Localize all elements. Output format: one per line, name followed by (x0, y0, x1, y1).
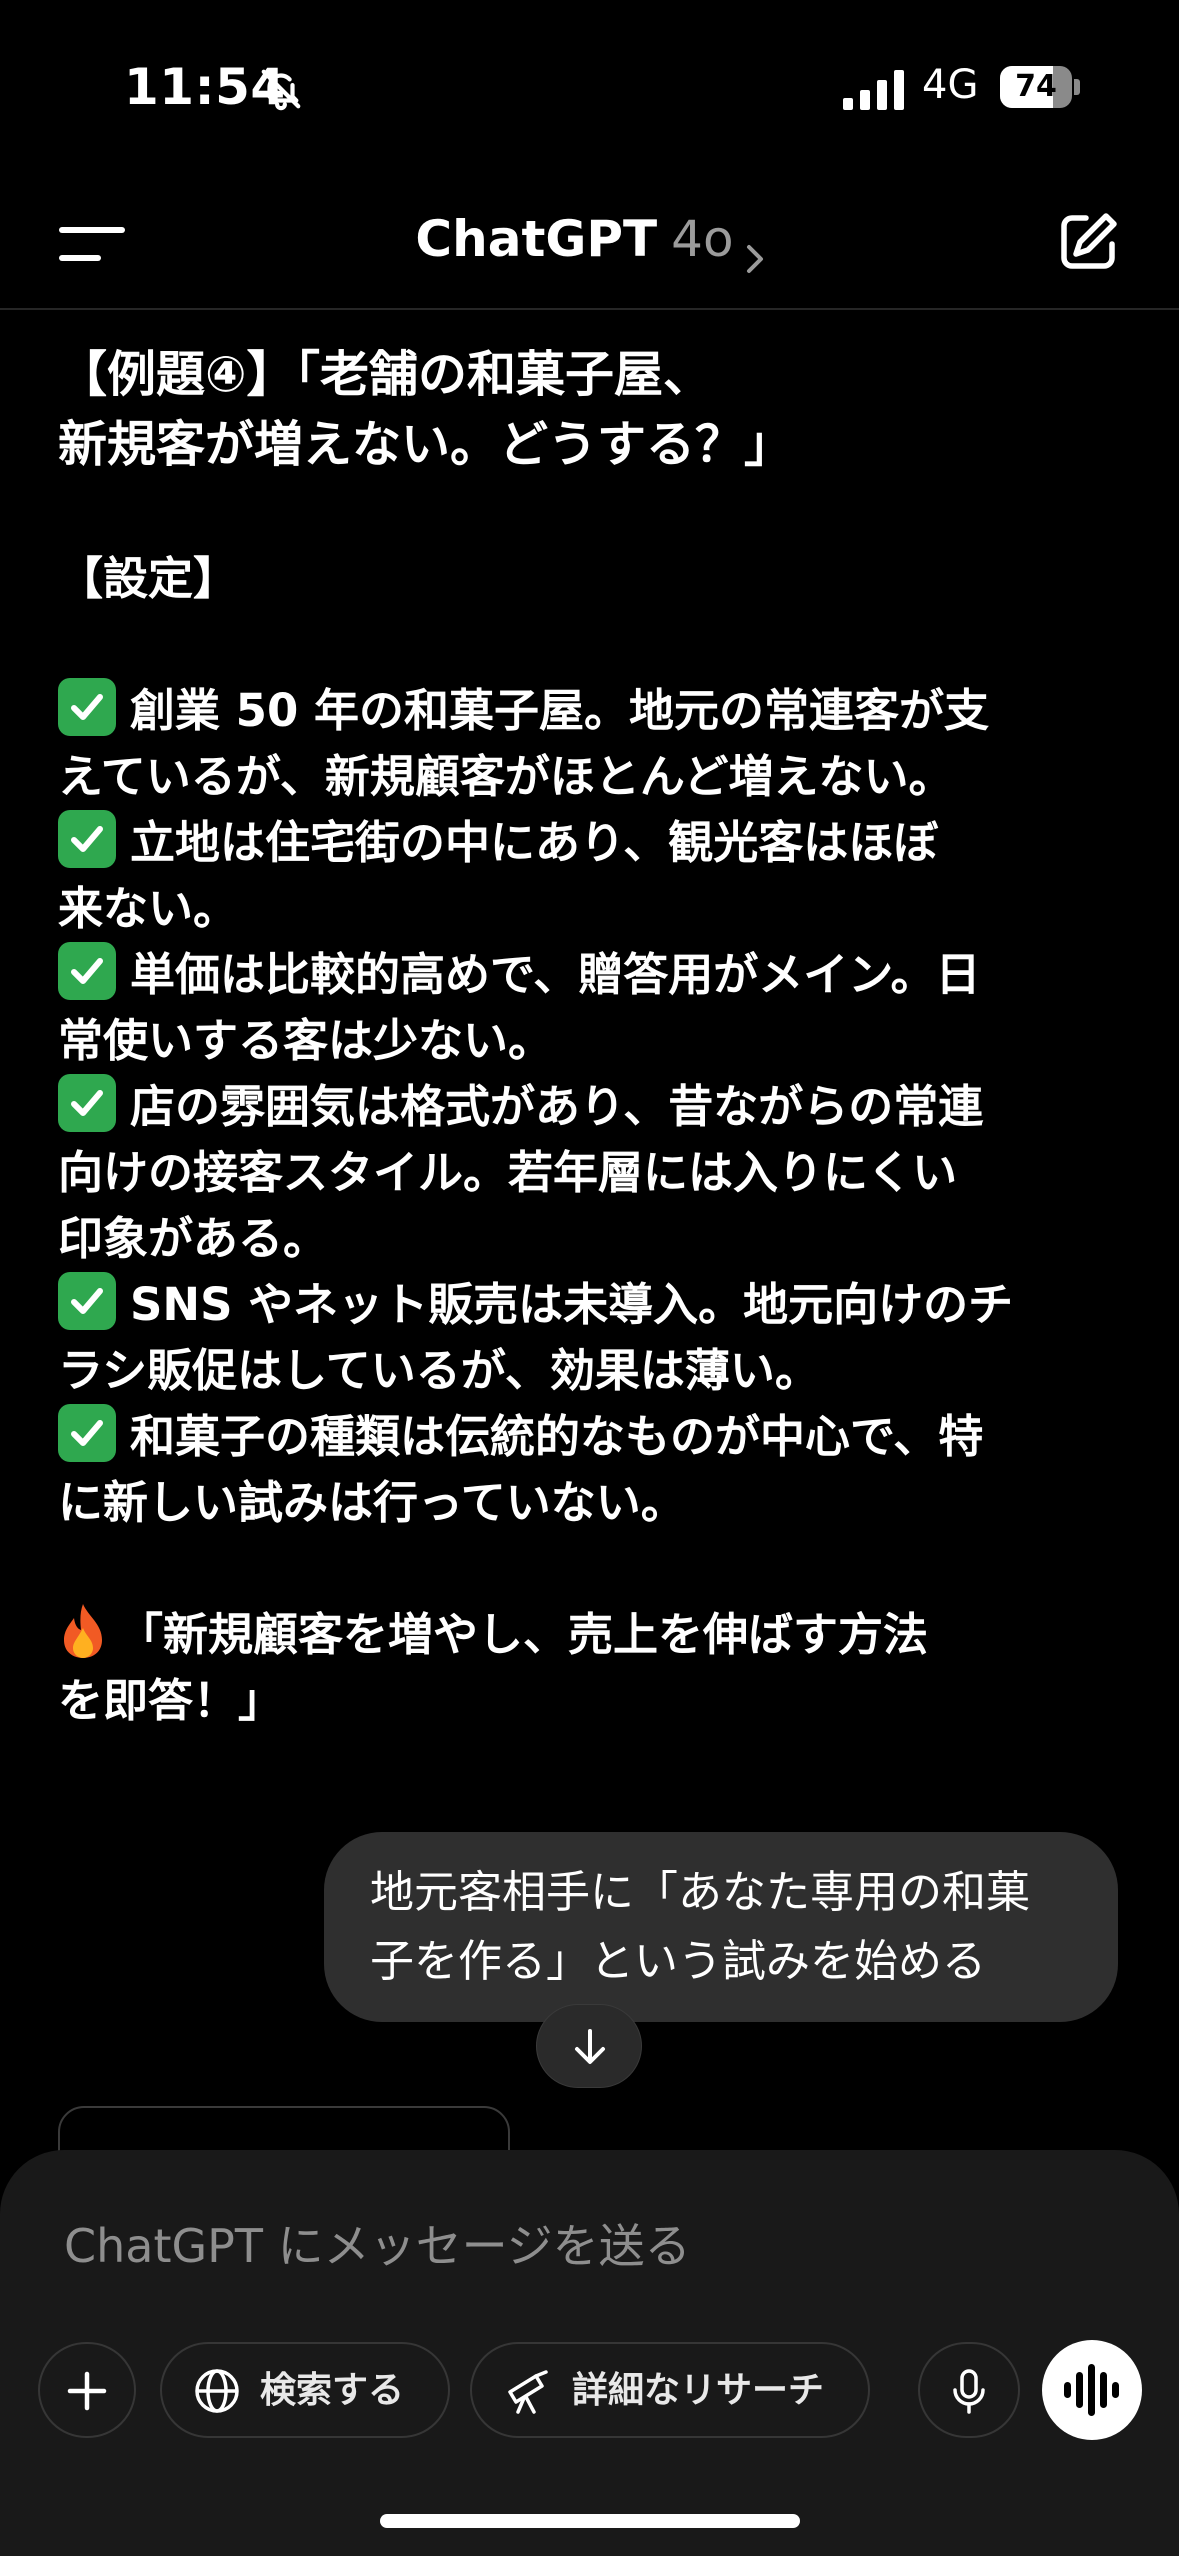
bullet-text: 印象がある。 (58, 1212, 329, 1265)
cta-text: を即答！」 (58, 1674, 284, 1727)
battery-level: 74 (1015, 69, 1057, 104)
bullet-text: 向けの接客スタイル。若年層には入りにくい (58, 1146, 958, 1199)
check-mark-icon (58, 810, 116, 868)
bullet-item: 和菓子の種類は伝統的なものが中心で、特 に新しい試みは行っていない。 (58, 1404, 1138, 1536)
globe-icon (192, 2366, 242, 2416)
check-mark-icon (58, 678, 116, 736)
bullet-text: 立地は住宅街の中にあり、観光客はほぼ (130, 816, 939, 869)
user-message-line: 地元客相手に「あなた専用の和菓 (370, 1867, 1030, 1918)
bullet-text: ラシ販促はしているが、効果は薄い。 (58, 1344, 820, 1397)
add-attachment-button[interactable] (38, 2342, 136, 2438)
bullet-text: に新しい試みは行っていない。 (58, 1476, 686, 1529)
bullet-text: えているが、新規顧客がほとんど増えない。 (58, 750, 954, 803)
home-indicator (380, 2514, 800, 2528)
message-title-line: 【例題④】「老舗の和菓子屋、 (58, 346, 712, 403)
model-name: 4o (671, 210, 734, 268)
user-message-bubble: 地元客相手に「あなた専用の和菓 子を作る」という試みを始める (324, 1832, 1118, 2022)
message-title-line: 新規客が増えない。どうする？」 (58, 416, 794, 473)
bullet-text: 単価は比較的高めで、贈答用がメイン。日 (130, 948, 981, 1001)
bullet-text: 来ない。 (58, 882, 239, 935)
bullet-item: 店の雰囲気は格式があり、昔ながらの常連 向けの接客スタイル。若年層には入りにくい… (58, 1074, 1138, 1272)
bullet-item: 単価は比較的高めで、贈答用がメイン。日 常使いする客は少ない。 (58, 942, 1138, 1074)
check-mark-icon (58, 942, 116, 1000)
compose-icon[interactable] (1056, 210, 1120, 274)
cellular-signal-icon (843, 70, 905, 110)
microphone-button[interactable] (918, 2342, 1020, 2438)
bullet-item: 立地は住宅街の中にあり、観光客はほぼ 来ない。 (58, 810, 1138, 942)
bullet-text: 創業 50 年の和菓子屋。地元の常連客が支 (130, 684, 989, 737)
deep-research-button[interactable]: 詳細なリサーチ (470, 2342, 870, 2438)
fire-icon (58, 1602, 108, 1660)
model-selector[interactable]: ChatGPT 4o (0, 210, 1179, 273)
search-label: 検索する (260, 2370, 405, 2411)
bullet-text: 店の雰囲気は格式があり、昔ながらの常連 (130, 1080, 984, 1133)
arrow-down-icon (575, 2029, 605, 2064)
microphone-icon (944, 2366, 994, 2416)
voice-waveform-icon (1064, 2364, 1119, 2416)
deep-research-label: 詳細なリサーチ (572, 2370, 825, 2411)
battery-icon: 74 (1000, 66, 1080, 108)
check-mark-icon (58, 1404, 116, 1462)
bullet-text: SNS やネット販売は未導入。地元向けのチ (130, 1278, 1014, 1331)
user-message-line: 子を作る」という試みを始める (370, 1936, 986, 1987)
check-mark-icon (58, 1074, 116, 1132)
assistant-message: 【例題④】「老舗の和菓子屋、 新規客が増えない。どうする？」 【設定】 創業 5… (58, 340, 1138, 1734)
telescope-icon (502, 2366, 552, 2416)
bullet-text: 和菓子の種類は伝統的なものが中心で、特 (130, 1410, 984, 1463)
app-title: ChatGPT (415, 210, 658, 268)
network-type: 4G (922, 62, 979, 108)
setting-label: 【設定】 (58, 552, 239, 605)
composer: ChatGPT にメッセージを送る 検索する 詳細なリサーチ (0, 2150, 1179, 2556)
chevron-right-icon (746, 228, 764, 273)
scroll-down-button[interactable] (536, 2004, 642, 2088)
bell-slash-icon (258, 66, 304, 112)
header-divider (0, 308, 1179, 310)
search-button[interactable]: 検索する (160, 2342, 450, 2438)
bullet-text: 常使いする客は少ない。 (58, 1014, 554, 1067)
bullet-item: SNS やネット販売は未導入。地元向けのチ ラシ販促はしているが、効果は薄い。 (58, 1272, 1138, 1404)
cta-text: 「新規顧客を増やし、売上を伸ばす方法 (118, 1608, 929, 1661)
message-input[interactable]: ChatGPT にメッセージを送る (64, 2210, 691, 2276)
voice-mode-button[interactable] (1042, 2340, 1142, 2440)
bullet-item: 創業 50 年の和菓子屋。地元の常連客が支 えているが、新規顧客がほとんど増えな… (58, 678, 1138, 810)
plus-icon (62, 2366, 112, 2416)
check-mark-icon (58, 1272, 116, 1330)
